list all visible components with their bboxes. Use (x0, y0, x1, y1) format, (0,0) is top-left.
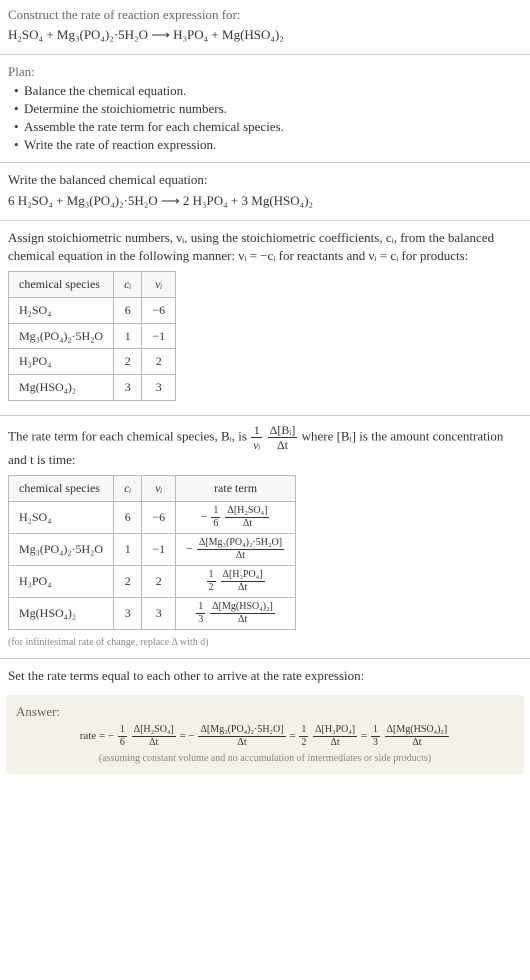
col-ci: cᵢ (114, 476, 142, 502)
divider (0, 415, 530, 416)
plan-item: Balance the chemical equation. (14, 82, 522, 100)
col-ci: cᵢ (114, 272, 142, 298)
rateterm-outer-frac: 1 νᵢ (251, 424, 262, 451)
rateterm-inner-frac: Δ[Bᵢ] Δt (268, 424, 298, 451)
col-rateterm: rate term (176, 476, 296, 502)
rateterm-table: chemical species cᵢ νᵢ rate term H₂SO₄ 6… (8, 475, 296, 630)
table-row: Mg(HSO₄)₂33 (9, 375, 176, 401)
rateterm-section: The rate term for each chemical species,… (0, 418, 530, 656)
table-row: H₃PO₄22 (9, 349, 176, 375)
table-row: Mg(HSO₄)₂ 3 3 13 Δ[Mg(HSO₄)₂]Δt (9, 598, 296, 630)
plan-list: Balance the chemical equation. Determine… (8, 82, 522, 155)
table-row: Mg₃(PO₄)₂·5H₂O 1 −1 − Δ[Mg₃(PO₄)₂·5H₂O]Δ… (9, 534, 296, 566)
rate-expression: rate = − 16 Δ[H₂SO₄]Δt = − Δ[Mg₃(PO₄)₂·5… (16, 725, 514, 748)
col-vi: νᵢ (142, 476, 176, 502)
divider (0, 54, 530, 55)
answer-box: Answer: rate = − 16 Δ[H₂SO₄]Δt = − Δ[Mg₃… (6, 695, 524, 774)
plan-item: Write the rate of reaction expression. (14, 136, 522, 154)
table-row: H₂SO₄ 6 −6 − 16 Δ[H₂SO₄]Δt (9, 502, 296, 534)
plan-item: Determine the stoichiometric numbers. (14, 100, 522, 118)
stoich-section: Assign stoichiometric numbers, νᵢ, using… (0, 223, 530, 413)
plan-section: Plan: Balance the chemical equation. Det… (0, 57, 530, 160)
balanced-title: Write the balanced chemical equation: (8, 171, 522, 189)
divider (0, 162, 530, 163)
divider (0, 220, 530, 221)
plan-item: Assemble the rate term for each chemical… (14, 118, 522, 136)
balanced-section: Write the balanced chemical equation: 6 … (0, 165, 530, 217)
balanced-equation: 6 H₂SO₄ + Mg₃(PO₄)₂·5H₂O ⟶ 2 H₃PO₄ + 3 M… (8, 192, 522, 210)
col-vi: νᵢ (142, 272, 176, 298)
table-header-row: chemical species cᵢ νᵢ (9, 272, 176, 298)
table-header-row: chemical species cᵢ νᵢ rate term (9, 476, 296, 502)
plan-title: Plan: (8, 63, 522, 81)
col-species: chemical species (9, 476, 114, 502)
divider (0, 658, 530, 659)
stoich-table: chemical species cᵢ νᵢ H₂SO₄6−6 Mg₃(PO₄)… (8, 271, 176, 401)
answer-label: Answer: (16, 703, 514, 721)
rateterm-intro: The rate term for each chemical species,… (8, 424, 522, 469)
unbalanced-equation: H₂SO₄ + Mg₃(PO₄)₂·5H₂O ⟶ H₃PO₄ + Mg(HSO₄… (8, 26, 522, 44)
intro-prompt: Construct the rate of reaction expressio… (8, 6, 522, 24)
final-intro: Set the rate terms equal to each other t… (8, 667, 522, 685)
table-row: Mg₃(PO₄)₂·5H₂O1−1 (9, 323, 176, 349)
stoich-intro: Assign stoichiometric numbers, νᵢ, using… (8, 229, 522, 265)
col-species: chemical species (9, 272, 114, 298)
answer-note: (assuming constant volume and no accumul… (16, 752, 514, 766)
rateterm-note: (for infinitesimal rate of change, repla… (8, 636, 522, 650)
table-row: H₃PO₄ 2 2 12 Δ[H₃PO₄]Δt (9, 566, 296, 598)
intro-section: Construct the rate of reaction expressio… (0, 0, 530, 52)
final-section: Set the rate terms equal to each other t… (0, 661, 530, 691)
table-row: H₂SO₄6−6 (9, 297, 176, 323)
